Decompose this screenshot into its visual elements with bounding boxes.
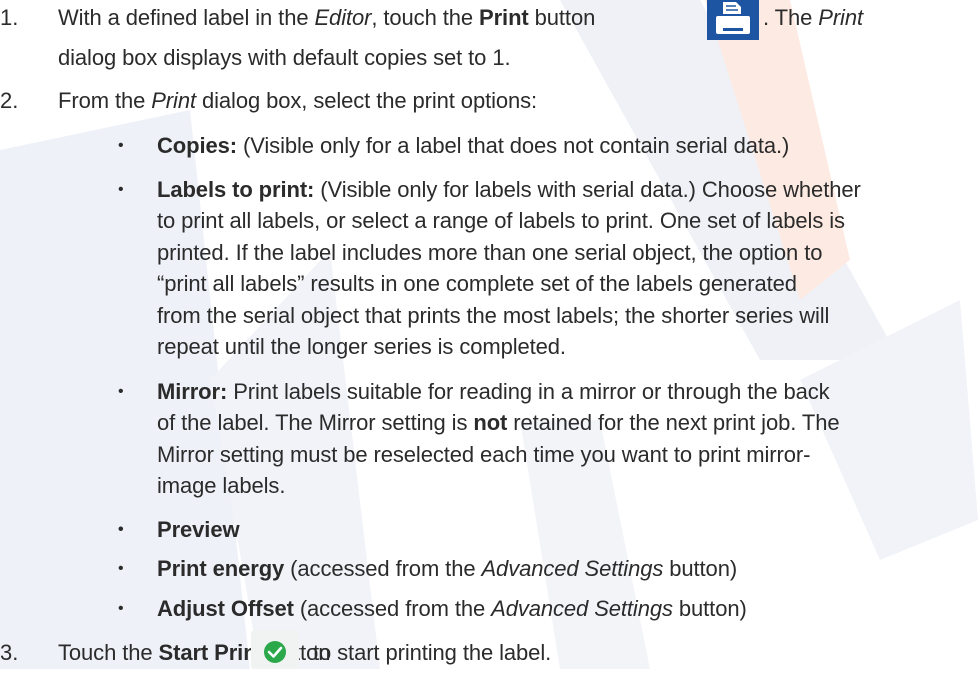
option-labels-line: from the serial object that prints the m… (157, 303, 830, 328)
option-mirror-line: Mirror setting must be reselected each t… (157, 442, 811, 467)
option-labels-to-print: Labels to print: (Visible only for label… (157, 177, 861, 202)
print-button[interactable] (707, 0, 759, 40)
instructions: 1. With a defined label in the Editor, t… (0, 0, 978, 669)
step-1-line-2: dialog box displays with default copies … (58, 45, 511, 70)
option-mirror-line: image labels. (157, 473, 286, 498)
option-labels-line: “print all labels” results in one comple… (157, 271, 797, 296)
bullet: • (118, 600, 124, 617)
bullet: • (118, 521, 124, 538)
step-1-line-1-end: . The Print (763, 5, 863, 30)
option-copies: Copies: (Visible only for a label that d… (157, 133, 790, 158)
step-1-line-1: With a defined label in the Editor, touc… (58, 5, 596, 30)
option-mirror: Mirror: Print labels suitable for readin… (157, 379, 830, 404)
step-2-line-1: From the Print dialog box, select the pr… (58, 88, 538, 113)
step-number: 2. (0, 88, 19, 113)
option-labels-line: printed. If the label includes more than… (157, 240, 823, 265)
bullet: • (118, 383, 124, 400)
bullet: • (118, 181, 124, 198)
option-labels-line: repeat until the longer series is comple… (157, 334, 566, 359)
step-number: 3. (0, 640, 19, 665)
option-labels-line: to print all labels, or select a range o… (157, 208, 845, 233)
option-preview: Preview (157, 517, 240, 542)
step-number: 1. (0, 5, 19, 30)
bullet: • (118, 560, 124, 577)
start-print-button[interactable] (251, 630, 299, 669)
check-circle-icon (264, 641, 286, 663)
option-print-energy: Print energy (accessed from the Advanced… (157, 556, 738, 581)
option-adjust-offset: Adjust Offset (accessed from the Advance… (157, 596, 747, 621)
bullet: • (118, 137, 124, 154)
step-3-line-1-end: to start printing the label. (313, 640, 552, 665)
printer-icon (716, 2, 750, 34)
option-mirror-line: of the label. The Mirror setting is not … (157, 410, 840, 435)
